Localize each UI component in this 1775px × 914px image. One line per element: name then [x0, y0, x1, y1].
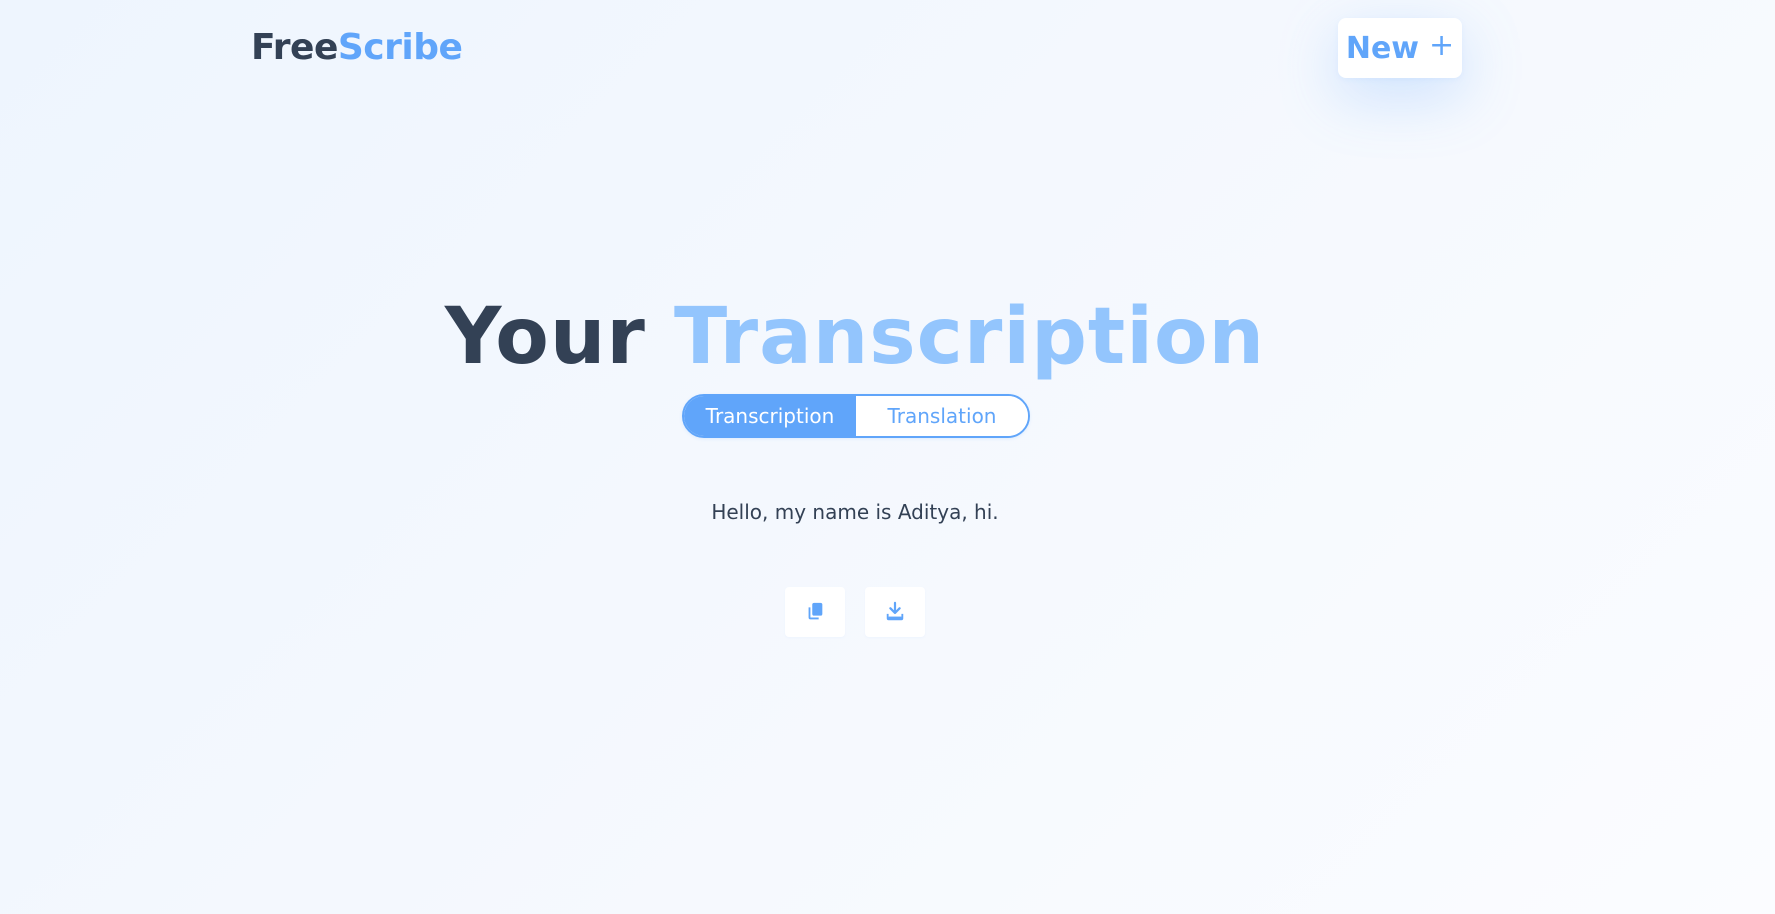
download-icon — [884, 601, 906, 623]
header: FreeScribe New + — [0, 0, 1775, 100]
logo-text-free: Free — [251, 27, 338, 68]
page-title: Your Transcription — [0, 292, 1710, 382]
logo-text-scribe: Scribe — [337, 27, 463, 68]
copy-icon — [804, 601, 826, 623]
transcript-output: Hello, my name is Aditya, hi. — [711, 500, 999, 524]
plus-icon: + — [1429, 28, 1455, 63]
tab-transcription[interactable]: Transcription — [684, 396, 856, 436]
tab-translation[interactable]: Translation — [856, 396, 1028, 436]
download-button[interactable] — [865, 587, 925, 637]
page-title-your: Your — [444, 292, 646, 382]
new-button-label: New — [1345, 30, 1420, 66]
mode-tabs: Transcription Translation — [682, 394, 1030, 438]
copy-button[interactable] — [785, 587, 845, 637]
app-logo[interactable]: FreeScribe — [251, 22, 463, 74]
new-button[interactable]: New + — [1338, 18, 1462, 78]
page-title-transcription: Transcription — [673, 292, 1266, 382]
